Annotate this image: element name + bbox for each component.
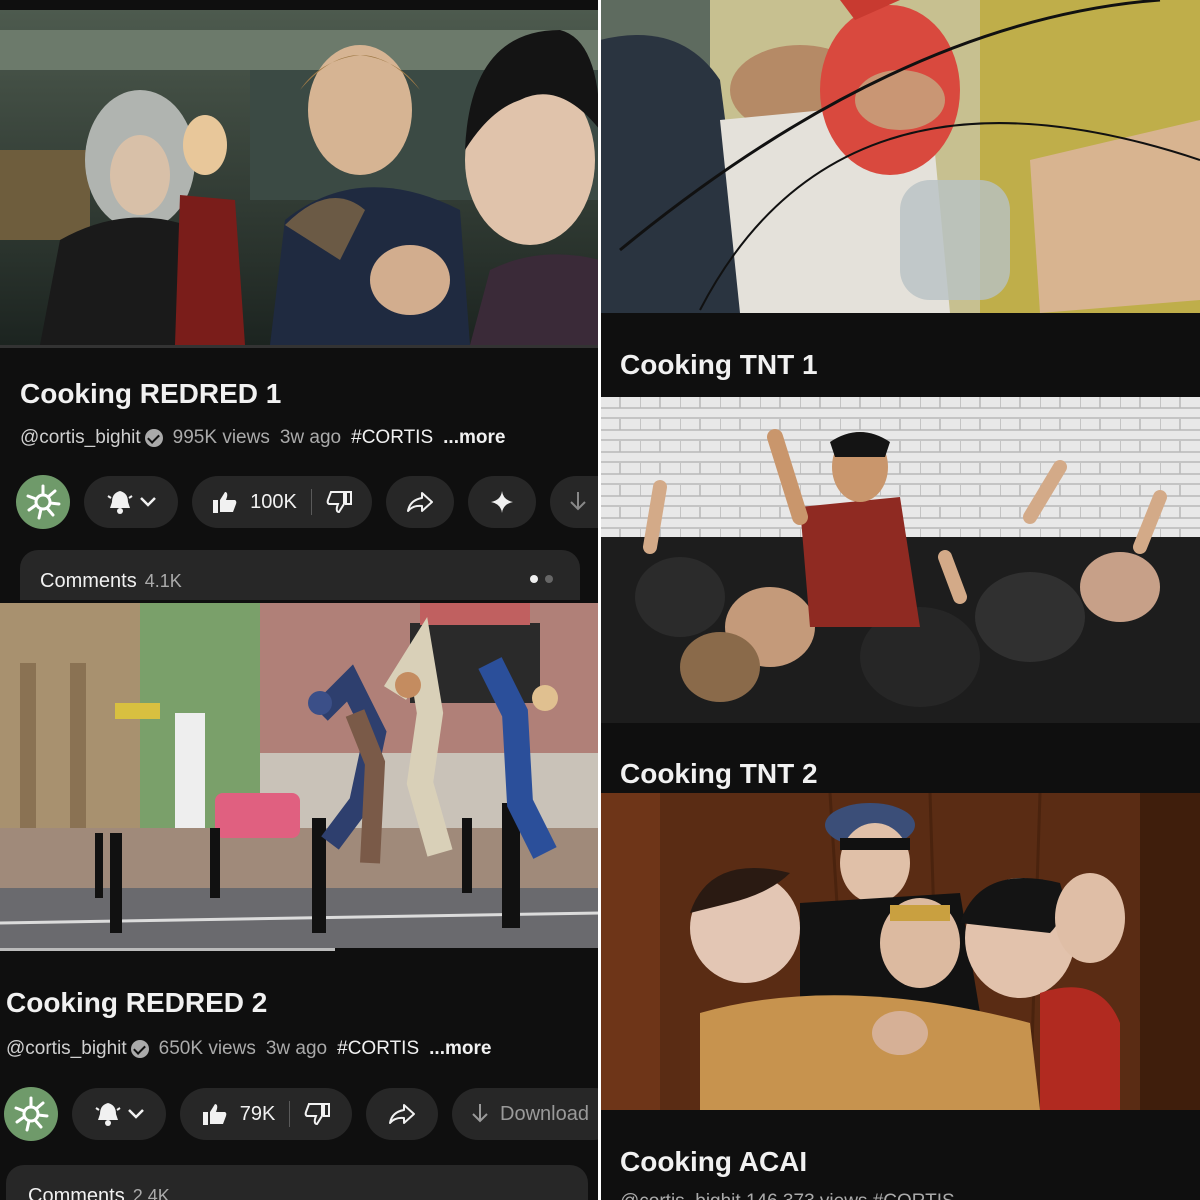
- video-thumbnail-acai[interactable]: [600, 793, 1200, 1110]
- video-meta: @cortis_bighit 995K views 3w ago #CORTIS…: [20, 427, 505, 449]
- cortis-logo-icon: [14, 1096, 49, 1132]
- playback-progress: [0, 948, 335, 951]
- dislike-button[interactable]: [326, 490, 352, 514]
- video-meta-partial: @cortis_bighit 146,373 views #CORTIS: [620, 1191, 955, 1200]
- share-button[interactable]: [386, 476, 454, 528]
- share-button[interactable]: [366, 1088, 438, 1140]
- remix-button[interactable]: [468, 476, 536, 528]
- chevron-down-icon: [128, 1109, 144, 1119]
- bell-icon: [95, 1103, 121, 1126]
- like-count: 79K: [239, 1102, 276, 1125]
- comments-label: Comments: [40, 570, 137, 592]
- hashtag-link[interactable]: #CORTIS: [351, 427, 433, 449]
- video-title: Cooking TNT 2: [620, 758, 818, 789]
- subscribe-bell-button[interactable]: [72, 1088, 166, 1140]
- video-card-tnt-2: Cooking TNT 2: [600, 397, 1200, 793]
- divider: [310, 489, 312, 515]
- playback-progress: [0, 345, 600, 348]
- download-button[interactable]: Download: [452, 1088, 600, 1140]
- dislike-button[interactable]: [304, 1102, 331, 1126]
- video-meta: @cortis_bighit 650K views 3w ago #CORTIS…: [6, 1038, 491, 1060]
- comments-teaser[interactable]: Comments 2.4K: [6, 1165, 588, 1200]
- chevron-down-icon: [140, 497, 156, 507]
- video-title: Cooking REDRED 1: [20, 378, 282, 409]
- view-count: 650K views: [158, 1038, 256, 1059]
- comments-teaser[interactable]: Comments 4.1K: [20, 550, 580, 600]
- thumbnail-image: [600, 793, 1200, 1110]
- thumbnail-image: [0, 10, 600, 345]
- action-bar: 79K Download: [4, 1087, 600, 1141]
- verified-icon: [130, 1040, 149, 1058]
- download-icon: [472, 1104, 488, 1123]
- divider: [289, 1101, 291, 1127]
- comments-heading: Comments 2.4K: [28, 1185, 170, 1200]
- sparkle-icon: [491, 491, 513, 513]
- upload-age: 3w ago: [265, 1038, 328, 1059]
- thumbnail-image: [0, 603, 600, 948]
- channel-name: @cortis_bighit: [6, 1038, 127, 1059]
- comments-label: Comments: [28, 1185, 125, 1200]
- video-title: Cooking TNT 1: [620, 349, 818, 380]
- carousel-dots: [530, 575, 553, 583]
- like-dislike-group: 100K: [192, 476, 372, 528]
- thumbnail-image: [600, 397, 1200, 723]
- like-dislike-group: 79K: [180, 1088, 352, 1140]
- dot: [545, 575, 553, 583]
- collage-divider-vertical: [598, 0, 601, 1200]
- video-card-redred-1: Cooking REDRED 1 @cortis_bighit 995K vie…: [0, 0, 600, 600]
- thumbs-up-icon: [202, 1104, 227, 1125]
- channel-avatar[interactable]: [16, 475, 70, 529]
- video-card-tnt-1: Cooking TNT 1: [600, 0, 1200, 397]
- video-thumbnail-tnt-2[interactable]: [600, 397, 1200, 723]
- video-thumbnail-tnt-1[interactable]: [600, 0, 1200, 313]
- channel-link[interactable]: @cortis_bighit: [20, 427, 163, 449]
- video-thumbnail-redred-1[interactable]: [0, 10, 600, 345]
- more-link[interactable]: ...more: [429, 1038, 491, 1060]
- thumbs-down-icon: [326, 491, 352, 514]
- action-bar: 100K: [16, 475, 600, 529]
- channel-avatar[interactable]: [4, 1087, 58, 1141]
- download-label: Download: [500, 1102, 589, 1125]
- download-button[interactable]: [550, 476, 600, 528]
- cortis-logo-icon: [26, 484, 61, 520]
- video-title: Cooking ACAI: [620, 1146, 808, 1177]
- video-card-acai: Cooking ACAI @cortis_bighit 146,373 view…: [600, 793, 1200, 1200]
- comments-count: 4.1K: [144, 571, 182, 591]
- thumbnail-image: [600, 0, 1200, 313]
- bell-icon: [107, 491, 133, 514]
- verified-icon: [144, 429, 163, 447]
- comments-count: 2.4K: [132, 1186, 170, 1200]
- video-title: Cooking REDRED 2: [6, 987, 268, 1018]
- dot-active: [530, 575, 538, 583]
- thumbs-up-icon: [213, 492, 237, 513]
- subscribe-bell-button[interactable]: [84, 476, 178, 528]
- upload-age: 3w ago: [279, 427, 342, 448]
- comments-heading: Comments 4.1K: [40, 570, 182, 593]
- more-link[interactable]: ...more: [443, 427, 505, 449]
- download-icon: [570, 492, 586, 511]
- like-count: 100K: [250, 490, 297, 513]
- share-icon: [407, 492, 433, 512]
- view-count: 995K views: [172, 427, 270, 448]
- thumbs-down-icon: [304, 1103, 331, 1126]
- channel-name: @cortis_bighit: [20, 427, 141, 448]
- video-card-redred-2: Cooking REDRED 2 @cortis_bighit 650K vie…: [0, 603, 600, 1200]
- hashtag-link[interactable]: #CORTIS: [337, 1038, 419, 1060]
- like-button[interactable]: 79K: [202, 1102, 276, 1126]
- share-icon: [389, 1104, 415, 1124]
- like-button[interactable]: 100K: [212, 490, 297, 514]
- channel-link[interactable]: @cortis_bighit: [6, 1038, 149, 1060]
- video-thumbnail-redred-2[interactable]: [0, 603, 600, 948]
